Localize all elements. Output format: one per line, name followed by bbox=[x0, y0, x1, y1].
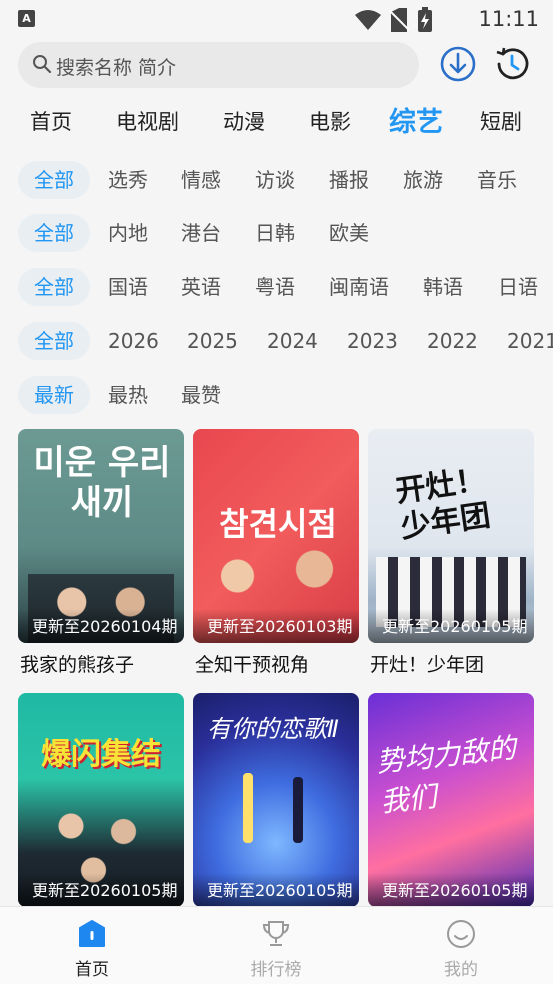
show-poster[interactable]: 开灶！少年团 更新至20260105期 bbox=[368, 429, 534, 643]
show-title[interactable]: 我家的熊孩子 bbox=[20, 650, 134, 677]
poster-title-art: 참견시점 bbox=[219, 505, 337, 543]
poster-title-art: 爆闪集结 bbox=[41, 737, 161, 772]
nav-label: 首页 bbox=[75, 960, 109, 980]
status-bar: A 11:11 bbox=[0, 0, 553, 38]
show-poster[interactable]: 有你的恋歌Ⅱ 更新至20260105期 bbox=[193, 693, 359, 907]
filter-chip[interactable]: 内地 bbox=[108, 214, 148, 252]
filter-chip[interactable]: 2022 bbox=[427, 322, 478, 360]
wifi-icon bbox=[355, 10, 381, 30]
filter-row-language: 全部 国语 英语 粤语 闽南语 韩语 日语 bbox=[0, 268, 553, 308]
filter-chip[interactable]: 选秀 bbox=[108, 161, 148, 199]
filter-chip-selected[interactable]: 全部 bbox=[18, 322, 90, 360]
trophy-icon bbox=[262, 921, 290, 946]
filter-chip-selected[interactable]: 全部 bbox=[18, 161, 90, 199]
filter-chip[interactable]: 旅游 bbox=[403, 161, 443, 199]
filter-chip[interactable]: 2021 bbox=[507, 322, 553, 360]
update-badge: 更新至20260105期 bbox=[382, 617, 528, 636]
sort-chip-selected[interactable]: 最新 bbox=[18, 376, 90, 414]
show-poster[interactable]: 미운 우리새끼 更新至20260104期 bbox=[18, 429, 184, 643]
update-badge: 更新至20260105期 bbox=[382, 881, 528, 900]
filter-chip[interactable]: 欧美 bbox=[329, 214, 369, 252]
show-title[interactable]: 开灶！少年团 bbox=[370, 650, 484, 677]
filter-row-sort: 最新 最热 最赞 bbox=[0, 376, 553, 416]
filter-chip[interactable]: 情感 bbox=[181, 161, 221, 199]
status-icons bbox=[355, 7, 433, 33]
nav-item-mine[interactable]: 我的 bbox=[416, 919, 506, 980]
bottom-nav: 首页 排行榜 我的 bbox=[0, 906, 553, 984]
show-poster[interactable]: 爆闪集结 更新至20260105期 bbox=[18, 693, 184, 907]
show-title[interactable]: 全知干预视角 bbox=[195, 650, 309, 677]
sort-chip[interactable]: 最热 bbox=[108, 376, 148, 414]
filter-chip[interactable]: 2024 bbox=[267, 322, 318, 360]
tab-tv-series[interactable]: 电视剧 bbox=[116, 106, 179, 136]
download-button[interactable] bbox=[439, 44, 477, 84]
search-bar[interactable]: 搜索名称 简介 bbox=[18, 42, 419, 88]
filter-chip[interactable]: 2023 bbox=[347, 322, 398, 360]
show-poster[interactable]: 势均力敌的我们 更新至20260105期 bbox=[368, 693, 534, 907]
filter-chip[interactable]: 访谈 bbox=[255, 161, 295, 199]
filter-chip[interactable]: 音乐 bbox=[477, 161, 517, 199]
filter-chip[interactable]: 日韩 bbox=[255, 214, 295, 252]
tab-short-drama[interactable]: 短剧 bbox=[480, 106, 522, 136]
app-notification-icon: A bbox=[18, 10, 35, 27]
filter-chip-selected[interactable]: 全部 bbox=[18, 268, 90, 306]
filter-chip[interactable]: 日语 bbox=[498, 268, 538, 306]
history-button[interactable] bbox=[493, 44, 531, 84]
tab-variety[interactable]: 综艺 bbox=[389, 100, 443, 139]
nav-label: 排行榜 bbox=[250, 960, 302, 980]
poster-title-art: 미운 우리새끼 bbox=[33, 443, 171, 523]
poster-title-art: 势均力敌的我们 bbox=[374, 731, 518, 819]
filter-row-year: 全部 2026 2025 2024 2023 2022 2021 bbox=[0, 322, 553, 362]
home-icon bbox=[79, 920, 105, 947]
clock: 11:11 bbox=[478, 7, 539, 31]
category-tabs: 首页 电视剧 动漫 电影 综艺 短剧 bbox=[0, 100, 553, 140]
smiley-icon bbox=[447, 920, 475, 948]
show-poster[interactable]: 참견시점 更新至20260103期 bbox=[193, 429, 359, 643]
filter-chip[interactable]: 港台 bbox=[181, 214, 221, 252]
battery-charging-icon bbox=[418, 7, 432, 32]
tab-anime[interactable]: 动漫 bbox=[223, 106, 265, 136]
update-badge: 更新至20260103期 bbox=[207, 617, 353, 636]
nav-item-ranking[interactable]: 排行榜 bbox=[231, 919, 321, 980]
filter-chip[interactable]: 2025 bbox=[187, 322, 238, 360]
filter-chip[interactable]: 闽南语 bbox=[329, 268, 389, 306]
nav-item-home[interactable]: 首页 bbox=[47, 919, 137, 980]
filter-chip[interactable]: 2026 bbox=[108, 322, 159, 360]
sort-chip[interactable]: 最赞 bbox=[181, 376, 221, 414]
download-icon bbox=[440, 46, 476, 82]
nav-label: 我的 bbox=[444, 960, 478, 980]
filter-chip[interactable]: 韩语 bbox=[423, 268, 463, 306]
filter-chip[interactable]: 英语 bbox=[181, 268, 221, 306]
history-icon bbox=[496, 47, 529, 80]
tab-home[interactable]: 首页 bbox=[30, 106, 72, 136]
filter-chip[interactable]: 粤语 bbox=[255, 268, 295, 306]
no-sim-icon bbox=[389, 8, 409, 32]
poster-title-art: 开灶！少年团 bbox=[393, 462, 493, 546]
update-badge: 更新至20260105期 bbox=[32, 881, 178, 900]
filter-chip[interactable]: 播报 bbox=[329, 161, 369, 199]
update-badge: 更新至20260104期 bbox=[32, 617, 178, 636]
filter-row-region: 全部 内地 港台 日韩 欧美 bbox=[0, 214, 553, 254]
search-icon bbox=[33, 55, 52, 74]
tab-movie[interactable]: 电影 bbox=[309, 106, 351, 136]
update-badge: 更新至20260105期 bbox=[207, 881, 353, 900]
search-placeholder: 搜索名称 简介 bbox=[56, 57, 177, 79]
filter-chip-selected[interactable]: 全部 bbox=[18, 214, 90, 252]
filter-chip[interactable]: 国语 bbox=[108, 268, 148, 306]
poster-title-art: 有你的恋歌Ⅱ bbox=[207, 715, 339, 743]
filter-row-type: 全部 选秀 情感 访谈 播报 旅游 音乐 bbox=[0, 161, 553, 201]
